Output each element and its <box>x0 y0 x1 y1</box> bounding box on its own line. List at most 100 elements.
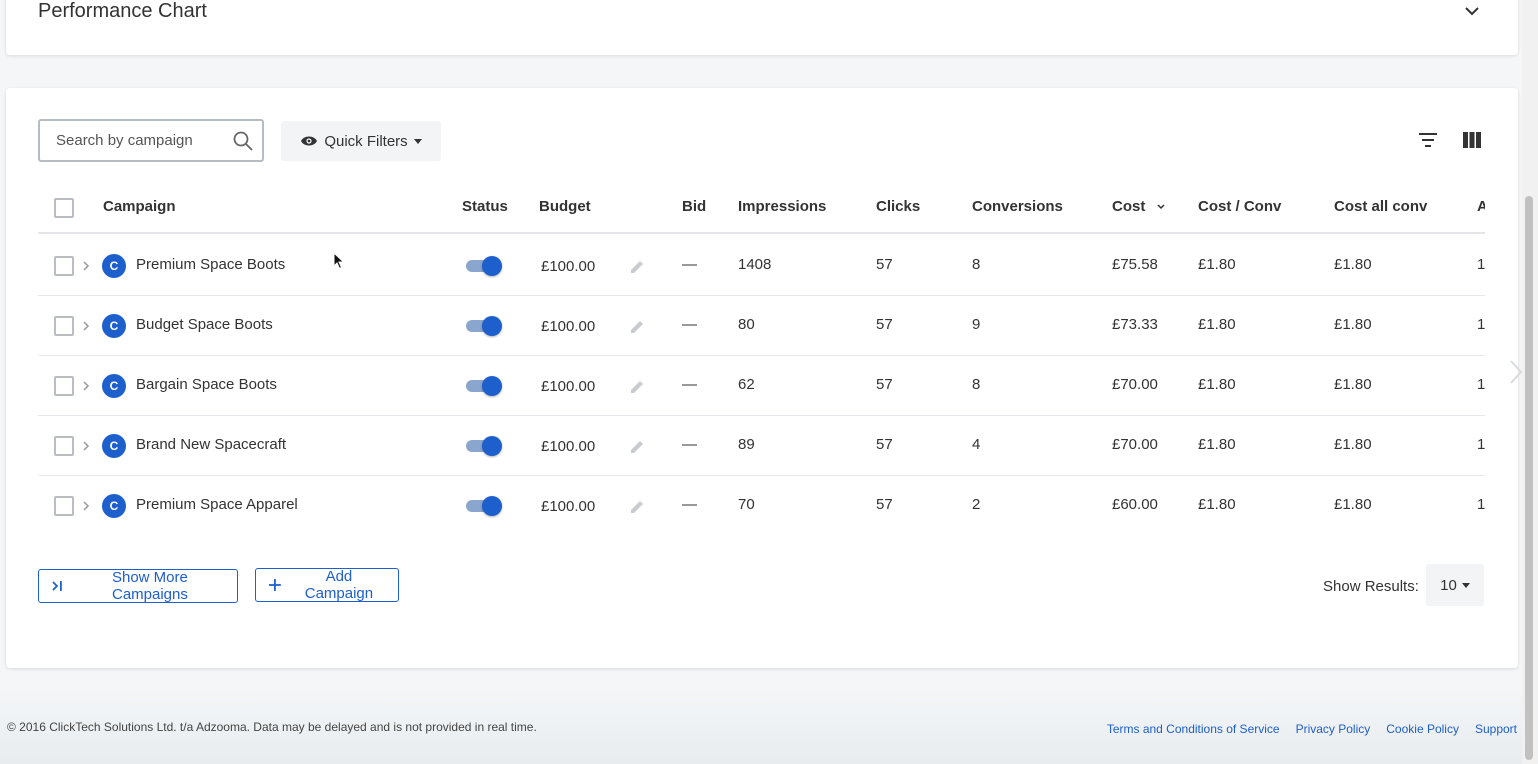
status-toggle[interactable] <box>466 316 502 336</box>
cost-conv-value: £1.80 <box>1198 376 1236 393</box>
campaign-name[interactable]: Premium Space Boots <box>136 256 285 273</box>
show-more-campaigns-button[interactable]: Show More Campaigns <box>38 569 238 603</box>
budget-value: £100.00 <box>541 498 596 515</box>
header-cost[interactable]: Cost <box>1112 198 1166 215</box>
pencil-icon[interactable] <box>628 498 646 516</box>
search-input[interactable] <box>40 121 230 160</box>
row-checkbox[interactable] <box>54 256 74 276</box>
columns-icon[interactable] <box>1462 131 1482 149</box>
show-results-label: Show Results: <box>1323 578 1419 595</box>
sort-down-icon <box>1156 204 1165 210</box>
bid-value: — <box>682 256 697 273</box>
cost-all-conv-value: £1.80 <box>1334 496 1372 513</box>
privacy-policy-link[interactable]: Privacy Policy <box>1296 722 1371 736</box>
header-impressions[interactable]: Impressions <box>738 198 826 215</box>
campaign-name[interactable]: Bargain Space Boots <box>136 376 277 393</box>
status-toggle[interactable] <box>466 436 502 456</box>
pencil-icon[interactable] <box>628 438 646 456</box>
conversions-value: 8 <box>972 256 981 273</box>
results-per-page-value: 10 <box>1440 576 1457 594</box>
header-next-column[interactable]: A <box>1477 198 1485 215</box>
results-per-page-select[interactable]: 10 <box>1426 564 1484 606</box>
cost-value: £60.00 <box>1112 496 1158 513</box>
select-all-checkbox[interactable] <box>54 198 74 218</box>
header-budget[interactable]: Budget <box>539 198 591 215</box>
pencil-icon[interactable] <box>628 378 646 396</box>
budget-value: £100.00 <box>541 438 596 455</box>
chevron-right-icon[interactable] <box>82 260 90 272</box>
header-conversions[interactable]: Conversions <box>972 198 1063 215</box>
next-column-value: 1. <box>1477 316 1485 333</box>
campaign-type-badge: C <box>102 494 126 518</box>
search-icon[interactable] <box>232 130 254 152</box>
bid-value: — <box>682 436 697 453</box>
table-row[interactable]: C Premium Space Apparel £100.00 — 70 57 … <box>38 476 1485 535</box>
budget-value: £100.00 <box>541 318 596 335</box>
terms-link[interactable]: Terms and Conditions of Service <box>1107 722 1280 736</box>
chevron-right-icon[interactable] <box>82 320 90 332</box>
pencil-icon[interactable] <box>628 318 646 336</box>
next-column-value: 1. <box>1477 436 1485 453</box>
bid-value: — <box>682 316 697 333</box>
expand-right-icon <box>52 581 62 591</box>
campaign-name[interactable]: Brand New Spacecraft <box>136 436 286 453</box>
support-link[interactable]: Support <box>1475 722 1517 736</box>
next-column-value: 1. <box>1477 496 1485 513</box>
row-checkbox[interactable] <box>54 376 74 396</box>
conversions-value: 9 <box>972 316 981 333</box>
caret-down-icon <box>1461 582 1470 588</box>
header-campaign[interactable]: Campaign <box>103 198 176 215</box>
header-cost-all-conv[interactable]: Cost all conv <box>1334 198 1427 215</box>
chevron-right-icon[interactable] <box>82 500 90 512</box>
pencil-icon[interactable] <box>628 258 646 276</box>
show-more-campaigns-label: Show More Campaigns <box>111 569 188 603</box>
chevron-right-icon[interactable] <box>82 380 90 392</box>
row-checkbox[interactable] <box>54 496 74 516</box>
clicks-value: 57 <box>876 436 893 453</box>
search-box <box>38 119 264 162</box>
cost-conv-value: £1.80 <box>1198 256 1236 273</box>
mouse-cursor-icon <box>333 252 345 270</box>
clicks-value: 57 <box>876 256 893 273</box>
header-status[interactable]: Status <box>462 198 508 215</box>
status-toggle[interactable] <box>466 376 502 396</box>
table-row[interactable]: C Budget Space Boots £100.00 — 80 57 9 £… <box>38 296 1485 356</box>
performance-chart-panel: Performance Chart <box>6 0 1518 55</box>
scrollbar-thumb[interactable] <box>1525 196 1533 760</box>
clicks-value: 57 <box>876 376 893 393</box>
footer-copyright: © 2016 ClickTech Solutions Ltd. t/a Adzo… <box>7 720 537 734</box>
header-cost-label: Cost <box>1112 198 1146 215</box>
filter-icon[interactable] <box>1418 131 1438 149</box>
campaigns-panel: Quick Filters Campaign Status Budget Bid… <box>6 88 1518 668</box>
chevron-right-icon[interactable] <box>82 440 90 452</box>
clicks-value: 57 <box>876 316 893 333</box>
header-bid[interactable]: Bid <box>682 198 706 215</box>
campaign-type-badge: C <box>102 374 126 398</box>
table-row[interactable]: C Bargain Space Boots £100.00 — 62 57 8 … <box>38 356 1485 416</box>
campaign-type-badge: C <box>102 314 126 338</box>
row-checkbox[interactable] <box>54 316 74 336</box>
budget-value: £100.00 <box>541 378 596 395</box>
clicks-value: 57 <box>876 496 893 513</box>
plus-icon <box>268 579 281 591</box>
cost-all-conv-value: £1.80 <box>1334 376 1372 393</box>
status-toggle[interactable] <box>466 256 502 276</box>
chevron-down-icon[interactable] <box>1462 2 1482 20</box>
cost-conv-value: £1.80 <box>1198 316 1236 333</box>
header-cost-conv[interactable]: Cost / Conv <box>1198 198 1281 215</box>
footer: © 2016 ClickTech Solutions Ltd. t/a Adzo… <box>0 690 1522 764</box>
bid-value: — <box>682 376 697 393</box>
row-checkbox[interactable] <box>54 436 74 456</box>
campaign-name[interactable]: Budget Space Boots <box>136 316 273 333</box>
add-campaign-button[interactable]: Add Campaign <box>255 568 399 602</box>
quick-filters-label: Quick Filters <box>324 132 408 150</box>
cost-value: £70.00 <box>1112 436 1158 453</box>
cookie-policy-link[interactable]: Cookie Policy <box>1386 722 1459 736</box>
quick-filters-button[interactable]: Quick Filters <box>281 121 441 161</box>
campaign-name[interactable]: Premium Space Apparel <box>136 496 298 513</box>
status-toggle[interactable] <box>466 496 502 516</box>
header-clicks[interactable]: Clicks <box>876 198 920 215</box>
table-row[interactable]: C Premium Space Boots £100.00 — 1408 57 … <box>38 236 1485 296</box>
table-row[interactable]: C Brand New Spacecraft £100.00 — 89 57 4… <box>38 416 1485 476</box>
footer-links: Terms and Conditions of Service Privacy … <box>1107 722 1517 736</box>
